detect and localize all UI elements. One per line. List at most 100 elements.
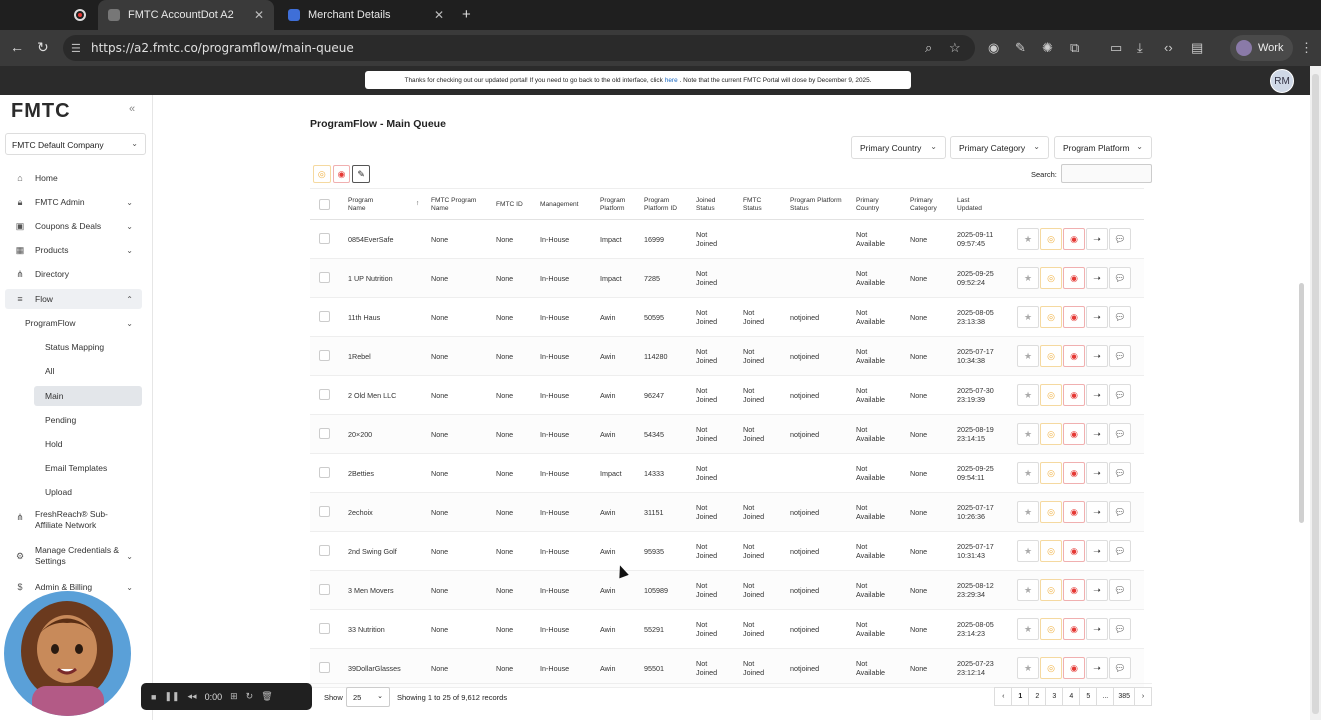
column-header[interactable]: Primary Country — [856, 197, 888, 213]
sidebar-item-home[interactable]: ⌂ Home — [5, 168, 142, 188]
sidebar-item-credentials[interactable]: ⚙ Manage Credentials & Settings ⌄ — [5, 545, 142, 571]
column-header[interactable]: Program Name — [348, 197, 388, 213]
column-header[interactable]: Joined Status — [696, 197, 724, 213]
tab-fmtc-accountdot[interactable]: FMTC AccountDot A2 ✕ — [98, 0, 274, 30]
sidebar-item-directory[interactable]: ⋔ Directory — [5, 264, 142, 284]
table-row[interactable]: 2Betties None None In-House Impact 14333 Not J… — [310, 454, 1144, 493]
stop-icon[interactable]: ■ — [151, 692, 156, 702]
stop-icon[interactable]: ◉ — [1063, 462, 1085, 484]
comment-icon[interactable]: 💬︎ — [1109, 462, 1131, 484]
select-all-checkbox[interactable] — [319, 199, 330, 210]
star-icon[interactable]: ★ — [1017, 579, 1039, 601]
browser-menu-icon[interactable]: ⋮ — [1300, 40, 1313, 56]
row-checkbox[interactable] — [319, 506, 330, 517]
page-button[interactable]: 4 — [1062, 687, 1081, 706]
stop-icon[interactable]: ◉ — [1063, 618, 1085, 640]
bulk-hide-icon[interactable]: ◎ — [313, 165, 331, 183]
table-row[interactable]: 20×200 None None In-House Awin 54345 Not Joine… — [310, 415, 1144, 454]
arrow-right-icon[interactable]: ➝ — [1086, 618, 1108, 640]
zoom-icon[interactable]: ⌕ — [925, 40, 932, 56]
sidebar-item-hold[interactable]: Hold — [45, 434, 62, 454]
restart-icon[interactable]: ↻ — [246, 691, 254, 702]
sidebar-item-pending[interactable]: Pending — [45, 410, 76, 430]
prev-page-button[interactable]: ‹ — [994, 687, 1013, 706]
hide-icon[interactable]: ◎ — [1040, 267, 1062, 289]
back-icon[interactable]: ← — [10, 39, 24, 55]
row-checkbox[interactable] — [319, 233, 330, 244]
arrow-right-icon[interactable]: ➝ — [1086, 306, 1108, 328]
stop-icon[interactable]: ◉ — [1063, 306, 1085, 328]
page-button[interactable]: 5 — [1079, 687, 1098, 706]
arrow-right-icon[interactable]: ➝ — [1086, 540, 1108, 562]
row-checkbox[interactable] — [319, 311, 330, 322]
sidebar-item-all[interactable]: All — [45, 361, 54, 381]
star-icon[interactable]: ★ — [1017, 501, 1039, 523]
banner-here-link[interactable]: here — [665, 77, 678, 84]
table-row[interactable]: 2echoix None None In-House Awin 31151 Not Join… — [310, 493, 1144, 532]
star-icon[interactable]: ★ — [1017, 618, 1039, 640]
page-button[interactable]: 385 — [1113, 687, 1135, 706]
hide-icon[interactable]: ◎ — [1040, 540, 1062, 562]
column-header[interactable]: Last Updated — [957, 197, 991, 213]
column-header[interactable]: FMTC Status — [743, 197, 771, 213]
grid-icon[interactable]: ⊞ — [230, 691, 238, 702]
comment-icon[interactable]: 💬︎ — [1109, 384, 1131, 406]
hide-icon[interactable]: ◎ — [1040, 306, 1062, 328]
hide-icon[interactable]: ◎ — [1040, 423, 1062, 445]
sidebar-item-products[interactable]: ▦ Products ⌄ — [5, 240, 142, 260]
site-settings-icon[interactable]: ☰ — [71, 42, 81, 55]
sidebar-item-main[interactable]: Main — [34, 386, 142, 406]
star-icon[interactable]: ★ — [1017, 228, 1039, 250]
stop-icon[interactable]: ◉ — [1063, 267, 1085, 289]
arrow-right-icon[interactable]: ➝ — [1086, 345, 1108, 367]
company-select[interactable]: FMTC Default Company ⌄ — [5, 133, 146, 155]
hide-icon[interactable]: ◎ — [1040, 618, 1062, 640]
column-header[interactable]: FMTC ID — [496, 201, 523, 209]
column-header[interactable]: FMTC Program Name — [431, 197, 483, 213]
bulk-stop-icon[interactable]: ◉ — [332, 165, 351, 183]
star-icon[interactable]: ★ — [1017, 306, 1039, 328]
column-header[interactable]: Management — [540, 201, 579, 209]
arrow-right-icon[interactable]: ➝ — [1086, 228, 1108, 250]
row-checkbox[interactable] — [319, 623, 330, 634]
table-row[interactable]: 1 UP Nutrition None None In-House Impact 7285… — [310, 259, 1144, 298]
star-icon[interactable]: ★ — [1017, 657, 1039, 679]
close-tab-icon[interactable]: ✕ — [254, 8, 264, 22]
column-header[interactable]: Program Platform — [600, 197, 634, 213]
comment-icon[interactable]: 💬︎ — [1109, 267, 1131, 289]
arrow-right-icon[interactable]: ➝ — [1086, 579, 1108, 601]
row-checkbox[interactable] — [319, 584, 330, 595]
comment-icon[interactable]: 💬︎ — [1109, 345, 1131, 367]
stop-icon[interactable]: ◉ — [1063, 657, 1085, 679]
stop-icon[interactable]: ◉ — [1063, 345, 1085, 367]
row-checkbox[interactable] — [319, 389, 330, 400]
sidebar-item-freshreach[interactable]: ⋔ FreshReach® Sub-Affiliate Network — [5, 509, 142, 535]
arrow-right-icon[interactable]: ➝ — [1086, 657, 1108, 679]
sidebar-item-coupons[interactable]: ▣ Coupons & Deals ⌄ — [5, 216, 142, 236]
page-button[interactable]: 3 — [1045, 687, 1064, 706]
stop-icon[interactable]: ◉ — [1063, 228, 1085, 250]
page-scrollbar[interactable] — [1310, 66, 1321, 720]
primary-category-filter[interactable]: Primary Category ⌄ — [950, 136, 1049, 159]
hide-icon[interactable]: ◎ — [1040, 384, 1062, 406]
extension-1-icon[interactable]: ◉ — [988, 40, 999, 56]
star-icon[interactable]: ★ — [1017, 384, 1039, 406]
row-checkbox[interactable] — [319, 662, 330, 673]
column-header[interactable]: Primary Category — [910, 197, 946, 213]
table-row[interactable]: 3 Men Movers None None In-House Awin 105989 No… — [310, 571, 1144, 610]
star-icon[interactable]: ★ — [1017, 540, 1039, 562]
primary-country-filter[interactable]: Primary Country ⌄ — [851, 136, 946, 159]
scrollbar-thumb[interactable] — [1312, 74, 1319, 714]
sidebar-item-email-templates[interactable]: Email Templates — [45, 458, 107, 478]
table-row[interactable]: 2 Old Men LLC None None In-House Awin 96247 No… — [310, 376, 1144, 415]
next-page-button[interactable]: › — [1134, 687, 1152, 706]
comment-icon[interactable]: 💬︎ — [1109, 657, 1131, 679]
sidebar-item-fmtc-admin[interactable]: 🔒︎ FMTC Admin ⌄ — [5, 192, 142, 212]
row-checkbox[interactable] — [319, 467, 330, 478]
comment-icon[interactable]: 💬︎ — [1109, 618, 1131, 640]
comment-icon[interactable]: 💬︎ — [1109, 228, 1131, 250]
profile-button[interactable]: Work — [1230, 35, 1294, 61]
arrow-right-icon[interactable]: ➝ — [1086, 462, 1108, 484]
pause-icon[interactable]: ❚❚ — [164, 691, 179, 702]
stop-icon[interactable]: ◉ — [1063, 540, 1085, 562]
